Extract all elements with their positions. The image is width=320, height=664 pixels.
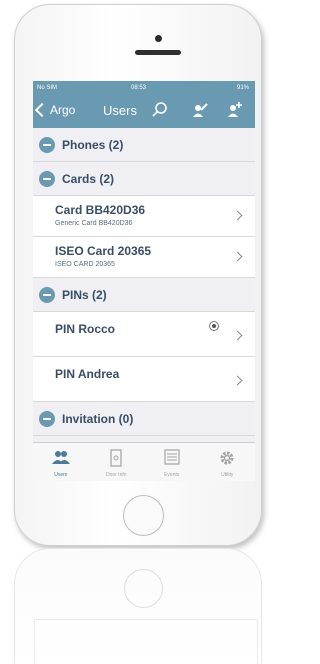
pin-row-2[interactable]: PIN Andrea [33,357,255,402]
search-icon[interactable] [151,101,169,119]
carrier-label: No SIM [37,85,58,91]
card-row-2[interactable]: ISEO Card 20365 ISEO CARD 20365 [33,237,255,278]
section-phones[interactable]: Phones (2) [33,128,255,162]
section-title: Phones (2) [62,137,124,152]
card-title: Card BB420D36 [55,203,146,217]
app-screen: No SIM 08:53 91% Argo Users Phones (2) C… [33,81,255,481]
navigation-bar: Argo Users [33,95,255,128]
tab-label: Door Info [105,472,127,478]
chevron-left-icon [34,102,50,118]
back-button[interactable]: Argo [34,102,76,118]
earpiece-speaker [135,50,181,55]
phone-reflection [14,548,262,664]
tab-door-info[interactable]: Door Info [89,443,145,481]
edit-user-icon[interactable] [191,101,209,119]
reflection-home-button [124,569,163,608]
section-pins[interactable]: PINs (2) [33,278,255,312]
collapse-icon[interactable] [39,136,55,153]
tab-utility[interactable]: Utility [200,443,256,481]
tab-users[interactable]: Users [33,443,89,481]
tab-events[interactable]: Events [144,443,200,481]
section-cards[interactable]: Cards (2) [33,162,255,196]
chevron-right-icon [232,251,243,262]
events-icon [164,449,180,465]
home-button[interactable] [123,495,164,536]
radio-indicator-icon [209,321,219,331]
section-title: Cards (2) [62,171,115,186]
section-invitation[interactable]: Invitation (0) [33,402,255,436]
status-time: 08:53 [131,85,147,91]
battery-label: 91% [236,85,249,91]
chevron-right-icon [232,375,243,386]
door-info-icon [110,449,122,467]
back-label: Argo [50,103,76,117]
add-user-icon[interactable] [225,101,243,119]
reflection-screen [34,619,258,664]
collapse-icon[interactable] [39,410,55,427]
pin-title: PIN Rocco [55,322,116,336]
card-subtitle: Generic Card BB420D36 [55,220,133,227]
section-title: PINs (2) [62,287,107,302]
pin-title: PIN Andrea [55,367,120,381]
collapse-icon[interactable] [39,286,55,303]
users-icon [51,451,70,464]
page-title: Users [103,103,137,118]
chevron-right-icon [232,330,243,341]
collapse-icon[interactable] [39,170,55,187]
card-title: ISEO Card 20365 [55,244,152,258]
section-title: Invitation (0) [62,411,134,426]
front-camera [155,35,162,42]
card-subtitle: ISEO CARD 20365 [55,261,115,268]
chevron-right-icon [232,210,243,221]
gear-icon [220,451,234,465]
tab-label: Users [54,472,68,478]
pin-row-1[interactable]: PIN Rocco [33,312,255,357]
tab-label: Events [164,472,180,478]
tab-label: Utility [221,472,234,478]
tab-bar: Users Door Info Events Utility [33,442,255,481]
card-row-1[interactable]: Card BB420D36 Generic Card BB420D36 [33,196,255,237]
status-bar: No SIM 08:53 91% [33,81,255,95]
